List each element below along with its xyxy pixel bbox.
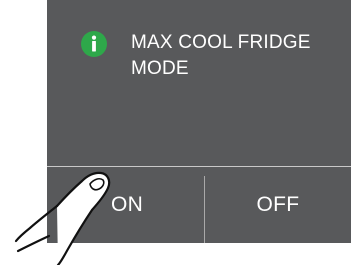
- off-button[interactable]: OFF: [205, 167, 351, 243]
- off-button-label: OFF: [256, 193, 300, 216]
- on-button[interactable]: ON: [77, 167, 177, 243]
- fridge-mode-dialog: MAX COOL FRIDGE MODE ON OFF: [47, 0, 351, 243]
- mode-message-line-1: MAX COOL FRIDGE: [131, 32, 311, 53]
- info-icon: [81, 31, 107, 57]
- mode-message-line-2: MODE: [131, 58, 189, 79]
- mode-message: MAX COOL FRIDGE MODE: [131, 30, 341, 82]
- on-button-label: ON: [110, 193, 144, 216]
- notice-area: MAX COOL FRIDGE MODE: [47, 0, 351, 166]
- screen-stage: MAX COOL FRIDGE MODE ON OFF: [0, 0, 351, 265]
